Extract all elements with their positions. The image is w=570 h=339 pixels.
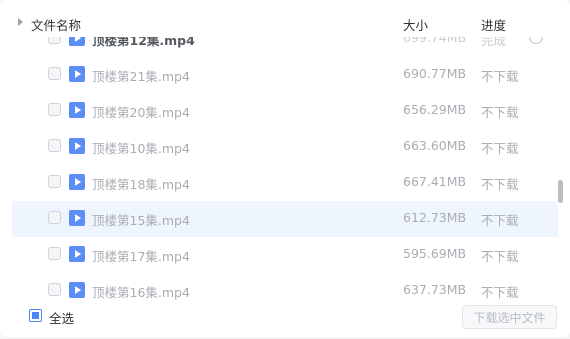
file-size: 595.69MB [403,246,467,261]
file-row[interactable]: 顶楼第10集.mp4 663.60MB 不下载 [0,129,570,165]
column-header-size[interactable]: 大小 [403,15,428,34]
file-name: 顶楼第12集.mp4 [92,37,195,48]
expand-caret-icon[interactable] [18,18,23,26]
column-header-name[interactable]: 文件名称 [31,15,81,34]
file-list-panel: 文件名称 大小 进度 顶楼第12集.mp4 699.74MB 完成 顶楼第21集… [0,0,570,337]
video-file-icon [69,246,85,262]
file-progress: 不下载 [481,213,519,228]
video-file-icon [69,282,85,298]
file-row[interactable]: 顶楼第20集.mp4 656.29MB 不下载 [0,93,570,129]
file-progress: 不下载 [481,105,519,120]
download-selected-button[interactable]: 下载选中文件 [462,305,557,329]
file-size: 612.73MB [403,210,467,225]
file-row[interactable]: 顶楼第15集.mp4 612.73MB 不下载 [0,201,570,237]
row-checkbox[interactable] [48,175,61,188]
video-file-icon [69,37,85,46]
file-row[interactable]: 顶楼第21集.mp4 690.77MB 不下载 [0,57,570,93]
file-row[interactable]: 顶楼第18集.mp4 667.41MB 不下载 [0,165,570,201]
row-checkbox[interactable] [48,283,61,296]
scrollbar-thumb[interactable] [558,180,563,203]
file-size: 663.60MB [403,138,467,153]
file-name: 顶楼第17集.mp4 [92,249,190,264]
file-progress: 不下载 [481,249,519,264]
row-checkbox[interactable] [48,103,61,116]
file-name: 顶楼第15集.mp4 [92,213,190,228]
row-checkbox[interactable] [48,37,61,44]
video-file-icon [69,102,85,118]
file-row[interactable]: 顶楼第16集.mp4 637.73MB 不下载 [0,273,570,302]
video-file-icon [69,138,85,154]
file-name: 顶楼第16集.mp4 [92,285,190,300]
file-progress: 不下载 [481,141,519,156]
row-checkbox[interactable] [48,67,61,80]
select-all-label[interactable]: 全选 [49,308,74,327]
file-progress: 完成 [481,37,507,48]
row-checkbox[interactable] [48,211,61,224]
video-file-icon [69,174,85,190]
file-size: 637.73MB [403,282,467,297]
file-size: 699.74MB [403,37,467,45]
row-checkbox[interactable] [48,139,61,152]
file-progress: 不下载 [481,69,519,84]
info-icon[interactable] [529,37,543,44]
file-size: 656.29MB [403,102,467,117]
file-name: 顶楼第18集.mp4 [92,177,190,192]
row-checkbox[interactable] [48,247,61,260]
file-name: 顶楼第20集.mp4 [92,105,190,120]
file-name: 顶楼第10集.mp4 [92,141,190,156]
file-progress: 不下载 [481,177,519,192]
video-file-icon [69,66,85,82]
file-size: 667.41MB [403,174,467,189]
file-list[interactable]: 顶楼第12集.mp4 699.74MB 完成 顶楼第21集.mp4 690.77… [0,37,570,302]
file-row[interactable]: 顶楼第17集.mp4 595.69MB 不下载 [0,237,570,273]
file-progress: 不下载 [481,285,519,300]
select-all-checkbox[interactable] [29,309,42,322]
list-header: 文件名称 大小 进度 [0,9,570,37]
file-name: 顶楼第21集.mp4 [92,69,190,84]
column-header-progress[interactable]: 进度 [481,15,506,34]
video-file-icon [69,210,85,226]
footer-bar: 全选 下载选中文件 [0,302,570,337]
file-row[interactable]: 顶楼第12集.mp4 699.74MB 完成 [0,37,570,57]
file-size: 690.77MB [403,66,467,81]
